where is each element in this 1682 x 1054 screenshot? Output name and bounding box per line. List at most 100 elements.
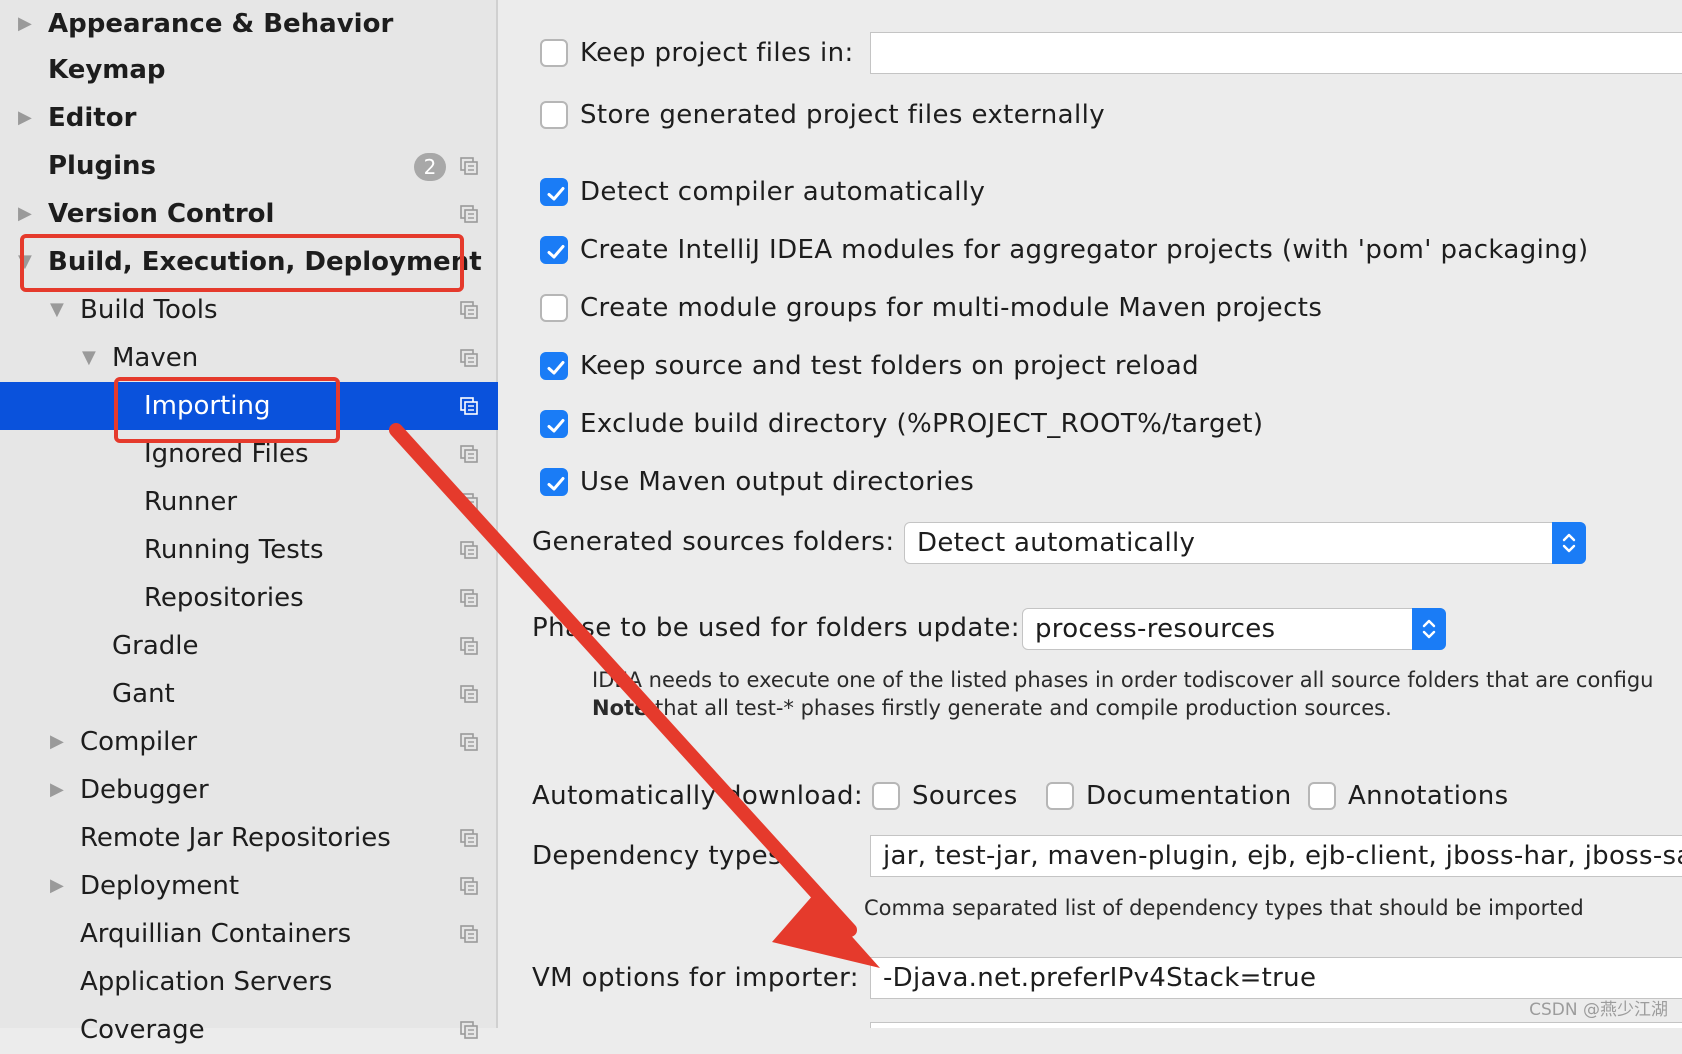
detect-compiler-checkbox[interactable] [540, 178, 568, 206]
keep-source-folders-checkbox-row[interactable]: Keep source and test folders on project … [540, 346, 1199, 386]
tree-item-application-servers[interactable]: Application Servers [0, 958, 498, 1006]
store-externally-label: Store generated project files externally [580, 100, 1106, 130]
detect-compiler-checkbox-row[interactable]: Detect compiler automatically [540, 172, 985, 212]
settings-tree: ▶ Appearance & Behavior Keymap ▶ Editor … [0, 0, 498, 1045]
collapsed-arrow-icon[interactable]: ▶ [50, 718, 64, 766]
tree-item-build-tools[interactable]: ▼ Build Tools [0, 286, 498, 334]
next-setting-input[interactable] [870, 1022, 1682, 1028]
tree-item-appearance-behavior[interactable]: ▶ Appearance & Behavior [0, 0, 498, 48]
project-scope-icon [460, 541, 478, 559]
detect-compiler-label: Detect compiler automatically [580, 177, 986, 207]
plugins-update-badge: 2 [414, 153, 446, 181]
tree-item-plugins[interactable]: Plugins 2 [0, 142, 498, 190]
use-maven-output-checkbox[interactable] [540, 468, 568, 496]
project-scope-icon [460, 301, 478, 319]
collapsed-arrow-icon[interactable]: ▶ [18, 190, 32, 238]
select-arrows-icon[interactable] [1412, 608, 1446, 650]
use-maven-output-label: Use Maven output directories [580, 467, 975, 497]
download-annotations-checkbox-row[interactable]: Annotations [1308, 776, 1508, 816]
download-documentation-checkbox[interactable] [1046, 782, 1074, 810]
collapsed-arrow-icon[interactable]: ▶ [18, 0, 32, 48]
keep-source-folders-checkbox[interactable] [540, 352, 568, 380]
download-documentation-label: Documentation [1086, 781, 1292, 811]
vm-options-input[interactable]: -Djava.net.preferIPv4Stack=true [870, 957, 1682, 999]
vm-options-label: VM options for importer: [532, 963, 859, 993]
tree-item-debugger[interactable]: ▶ Debugger [0, 766, 498, 814]
phase-hint-line1: IDEA needs to execute one of the listed … [592, 668, 1654, 692]
collapsed-arrow-icon[interactable]: ▶ [50, 766, 64, 814]
tree-item-label: Gant [112, 679, 175, 709]
expanded-arrow-icon[interactable]: ▼ [50, 286, 64, 334]
checkmark-icon [547, 477, 565, 491]
download-annotations-label: Annotations [1348, 781, 1509, 811]
phase-select[interactable]: process-resources [1022, 608, 1446, 650]
tree-item-label: Gradle [112, 631, 199, 661]
tree-item-label: Maven [112, 343, 199, 373]
generated-sources-select[interactable]: Detect automatically [904, 522, 1586, 564]
project-scope-icon [460, 685, 478, 703]
project-scope-icon [460, 877, 478, 895]
tree-item-keymap[interactable]: Keymap [0, 46, 498, 94]
annotation-highlight-build-execution [20, 234, 464, 292]
exclude-build-dir-checkbox[interactable] [540, 410, 568, 438]
tree-item-running-tests[interactable]: Running Tests [0, 526, 498, 574]
use-maven-output-checkbox-row[interactable]: Use Maven output directories [540, 462, 980, 502]
project-scope-icon [460, 349, 478, 367]
tree-item-arquillian-containers[interactable]: Arquillian Containers [0, 910, 498, 958]
tree-item-compiler[interactable]: ▶ Compiler [0, 718, 498, 766]
phase-label: Phase to be used for folders update: [532, 613, 1020, 643]
tree-item-label: Version Control [48, 199, 275, 229]
tree-item-gradle[interactable]: Gradle [0, 622, 498, 670]
download-annotations-checkbox[interactable] [1308, 782, 1336, 810]
dependency-types-label: Dependency types: [532, 841, 792, 871]
download-sources-checkbox-row[interactable]: Sources [872, 776, 1022, 816]
select-arrows-icon[interactable] [1552, 522, 1586, 564]
checkmark-icon [547, 419, 565, 433]
collapsed-arrow-icon[interactable]: ▶ [50, 862, 64, 910]
tree-item-coverage[interactable]: Coverage [0, 1006, 498, 1054]
keep-source-folders-label: Keep source and test folders on project … [580, 351, 1200, 381]
exclude-build-dir-label: Exclude build directory (%PROJECT_ROOT%/… [580, 409, 1264, 439]
tree-item-maven[interactable]: ▼ Maven [0, 334, 498, 382]
tree-item-label: Runner [144, 487, 238, 517]
tree-item-label: Debugger [80, 775, 209, 805]
collapsed-arrow-icon[interactable]: ▶ [18, 94, 32, 142]
tree-item-gant[interactable]: Gant [0, 670, 498, 718]
create-modules-checkbox[interactable] [540, 236, 568, 264]
tree-item-label: Deployment [80, 871, 240, 901]
project-scope-icon [460, 829, 478, 847]
create-groups-checkbox[interactable] [540, 294, 568, 322]
project-scope-icon [460, 397, 478, 415]
tree-item-label: Arquillian Containers [80, 919, 352, 949]
expanded-arrow-icon[interactable]: ▼ [82, 334, 96, 382]
keep-project-files-path-input[interactable] [870, 32, 1682, 74]
tree-item-runner[interactable]: Runner [0, 478, 498, 526]
tree-item-deployment[interactable]: ▶ Deployment [0, 862, 498, 910]
annotation-highlight-importing [114, 377, 340, 443]
tree-item-label: Compiler [80, 727, 198, 757]
create-groups-checkbox-row[interactable]: Create module groups for multi-module Ma… [540, 288, 1322, 328]
download-documentation-checkbox-row[interactable]: Documentation [1046, 776, 1291, 816]
keep-project-files-checkbox[interactable] [540, 39, 568, 67]
create-modules-checkbox-row[interactable]: Create IntelliJ IDEA modules for aggrega… [540, 230, 1588, 270]
keep-project-files-checkbox-row[interactable]: Keep project files in: [540, 33, 853, 73]
auto-download-label: Automatically download: [532, 781, 864, 811]
tree-item-label: Plugins [48, 151, 156, 181]
dependency-types-input[interactable]: jar, test-jar, maven-plugin, ejb, ejb-cl… [870, 835, 1682, 877]
download-sources-label: Sources [912, 781, 1018, 811]
tree-item-repositories[interactable]: Repositories [0, 574, 498, 622]
tree-item-label: Application Servers [80, 967, 333, 997]
store-externally-checkbox[interactable] [540, 101, 568, 129]
create-modules-label: Create IntelliJ IDEA modules for aggrega… [580, 235, 1589, 265]
tree-item-remote-jar-repositories[interactable]: Remote Jar Repositories [0, 814, 498, 862]
tree-item-version-control[interactable]: ▶ Version Control [0, 190, 498, 238]
phase-value: process-resources [1035, 614, 1276, 644]
watermark: CSDN @燕少江湖 [1529, 1000, 1668, 1020]
project-scope-icon [460, 925, 478, 943]
store-externally-checkbox-row[interactable]: Store generated project files externally [540, 95, 1105, 135]
tree-item-editor[interactable]: ▶ Editor [0, 94, 498, 142]
download-sources-checkbox[interactable] [872, 782, 900, 810]
exclude-build-dir-checkbox-row[interactable]: Exclude build directory (%PROJECT_ROOT%/… [540, 404, 1264, 444]
generated-sources-label: Generated sources folders: [532, 527, 895, 557]
project-scope-icon [460, 733, 478, 751]
